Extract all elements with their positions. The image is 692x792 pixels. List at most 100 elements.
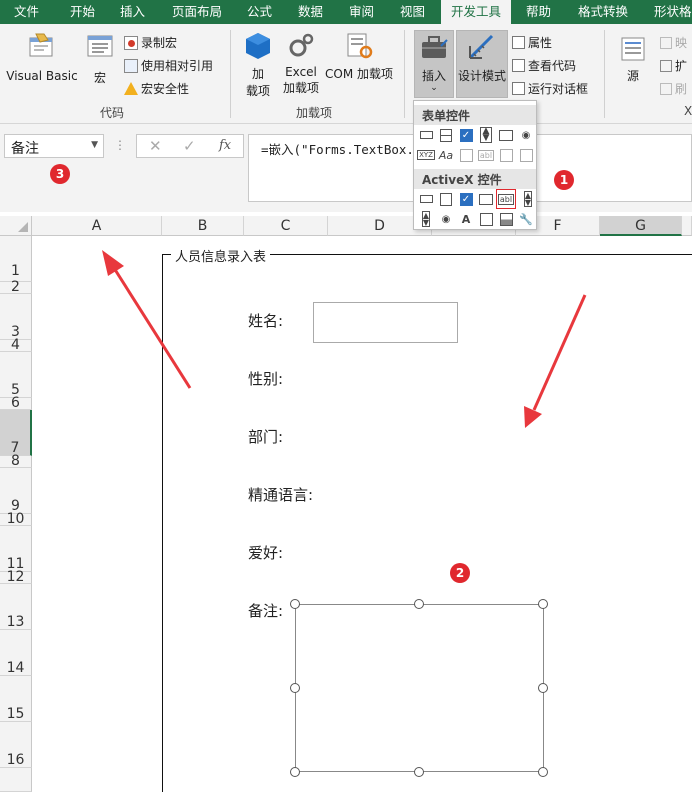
combo-list-control-icon[interactable] bbox=[498, 147, 514, 163]
column-header-b[interactable]: B bbox=[162, 216, 244, 236]
resize-handle[interactable] bbox=[290, 683, 300, 693]
resize-handle[interactable] bbox=[414, 767, 424, 777]
visual-basic-button[interactable]: Visual Basic bbox=[6, 30, 78, 83]
row-header-1[interactable]: 1 bbox=[0, 236, 32, 282]
macro-security-label: 宏安全性 bbox=[141, 82, 190, 96]
row-header-16[interactable]: 16 bbox=[0, 722, 32, 768]
combo-box-control-icon[interactable] bbox=[438, 127, 454, 143]
com-addins-button[interactable]: COM 加载项 bbox=[324, 30, 394, 82]
record-macro-button[interactable]: 录制宏 bbox=[124, 34, 177, 51]
column-header-a[interactable]: A bbox=[32, 216, 162, 236]
row-header-2[interactable]: 2 bbox=[0, 280, 32, 294]
resize-handle[interactable] bbox=[538, 683, 548, 693]
row-header-15[interactable]: 15 bbox=[0, 676, 32, 722]
resize-handle[interactable] bbox=[538, 767, 548, 777]
macros-button[interactable]: 宏 bbox=[82, 30, 118, 86]
activex-command-button-icon[interactable] bbox=[418, 191, 434, 207]
column-header-next[interactable] bbox=[682, 216, 692, 236]
row-header-17[interactable] bbox=[0, 768, 32, 792]
excel-addins-label-1: Excel bbox=[285, 65, 317, 79]
insert-function-icon[interactable]: fx bbox=[219, 138, 231, 153]
tab-file[interactable]: 文件 bbox=[14, 0, 39, 24]
design-mode-label: 设计模式 bbox=[457, 69, 506, 83]
activex-text-box-icon[interactable]: abl bbox=[496, 189, 516, 209]
design-mode-button[interactable]: 设计模式 bbox=[456, 32, 508, 84]
label-control-icon[interactable]: Aa bbox=[438, 147, 454, 163]
enter-check-icon[interactable]: ✓ bbox=[183, 137, 196, 155]
tab-review[interactable]: 审阅 bbox=[349, 0, 374, 24]
row-header-11[interactable]: 11 bbox=[0, 526, 32, 572]
ribbon-tab-bar: 文件 开始 插入 页面布局 公式 数据 审阅 视图 开发工具 帮助 格式转换 形… bbox=[0, 0, 692, 24]
list-box-control-icon[interactable] bbox=[498, 127, 514, 143]
properties-button[interactable]: 属性 bbox=[512, 34, 552, 51]
run-dialog-button[interactable]: 运行对话框 bbox=[512, 80, 588, 97]
tab-help[interactable]: 帮助 bbox=[526, 0, 551, 24]
activex-label-icon[interactable]: A bbox=[458, 211, 474, 227]
tab-format-convert[interactable]: 格式转换 bbox=[578, 0, 628, 24]
activex-checkbox-icon[interactable]: ✓ bbox=[458, 191, 474, 207]
activex-option-button-icon[interactable]: ◉ bbox=[438, 211, 454, 227]
button-control-icon[interactable] bbox=[418, 127, 434, 143]
name-textbox[interactable] bbox=[313, 302, 458, 343]
activex-list-box-icon[interactable] bbox=[478, 191, 494, 207]
row-header-13[interactable]: 13 bbox=[0, 584, 32, 630]
tab-data[interactable]: 数据 bbox=[298, 0, 323, 24]
resize-handle[interactable] bbox=[538, 599, 548, 609]
tab-page-layout[interactable]: 页面布局 bbox=[172, 0, 222, 24]
row-header-7[interactable]: 7 bbox=[0, 410, 32, 456]
row-header-14[interactable]: 14 bbox=[0, 630, 32, 676]
ribbon: Visual Basic 宏 录制宏 使用相对引用 宏安全性 代码 加 载项 E… bbox=[0, 24, 692, 124]
resize-handle[interactable] bbox=[414, 599, 424, 609]
select-all-corner[interactable] bbox=[0, 216, 32, 236]
row-header-6[interactable]: 6 bbox=[0, 396, 32, 410]
group-box-control-icon[interactable]: XYZ bbox=[417, 147, 435, 163]
tab-view[interactable]: 视图 bbox=[400, 0, 425, 24]
macro-security-button[interactable]: 宏安全性 bbox=[124, 80, 189, 97]
chevron-down-icon[interactable]: ▼ bbox=[91, 140, 98, 150]
row-header-9[interactable]: 9 bbox=[0, 468, 32, 514]
option-button-control-icon[interactable]: ◉ bbox=[518, 127, 534, 143]
tab-formulas[interactable]: 公式 bbox=[247, 0, 272, 24]
map-properties-button[interactable]: 映 bbox=[660, 34, 687, 51]
activex-combo-box-icon[interactable] bbox=[438, 191, 454, 207]
activex-image-icon[interactable] bbox=[478, 211, 494, 227]
view-code-button[interactable]: 查看代码 bbox=[512, 57, 576, 74]
row-header-10[interactable]: 10 bbox=[0, 512, 32, 526]
step-badge-2: 2 bbox=[450, 563, 470, 583]
row-header-5[interactable]: 5 bbox=[0, 352, 32, 398]
column-header-g[interactable]: G bbox=[600, 216, 682, 236]
tab-developer[interactable]: 开发工具 bbox=[441, 0, 512, 24]
name-box[interactable]: 备注 ▼ bbox=[4, 134, 104, 158]
resize-handle[interactable] bbox=[290, 767, 300, 777]
row-header-12[interactable]: 12 bbox=[0, 570, 32, 584]
expansion-packs-button[interactable]: 扩 bbox=[660, 57, 687, 74]
insert-control-button[interactable]: 插入 ⌄ bbox=[414, 32, 454, 93]
formula-text: =嵌入("Forms.TextBox.1" bbox=[261, 142, 429, 157]
tab-shape-format[interactable]: 形状格 bbox=[654, 0, 692, 24]
spin-button-control-icon[interactable]: ▲ ▼ bbox=[478, 127, 494, 143]
relative-reference-button[interactable]: 使用相对引用 bbox=[124, 57, 213, 74]
row-header-3[interactable]: 3 bbox=[0, 294, 32, 340]
tab-insert[interactable]: 插入 bbox=[120, 0, 145, 24]
resize-handle[interactable] bbox=[290, 599, 300, 609]
row-header-8[interactable]: 8 bbox=[0, 454, 32, 468]
source-button[interactable]: 源 bbox=[614, 34, 652, 84]
row-header-4[interactable]: 4 bbox=[0, 338, 32, 352]
activex-spin-button-icon[interactable]: ▲ ▼ bbox=[418, 211, 434, 227]
text-field-control-icon[interactable]: abl bbox=[477, 147, 495, 163]
scroll-bar-control-icon[interactable] bbox=[458, 147, 474, 163]
more-options-icon[interactable]: ⋮ bbox=[114, 138, 126, 152]
more-controls-icon[interactable]: 🔧 bbox=[518, 211, 534, 227]
checkbox-control-icon[interactable]: ✓ bbox=[458, 127, 474, 143]
refresh-data-button[interactable]: 刷 bbox=[660, 80, 687, 97]
addins-label-1: 加 bbox=[251, 67, 264, 81]
excel-addins-button[interactable]: Excel 加载项 bbox=[280, 30, 322, 96]
addins-button[interactable]: 加 载项 bbox=[240, 30, 276, 99]
cancel-icon[interactable]: ✕ bbox=[149, 137, 162, 155]
column-header-c[interactable]: C bbox=[244, 216, 328, 236]
activex-toggle-button-icon[interactable] bbox=[498, 211, 514, 227]
combo-dropdown-control-icon[interactable] bbox=[518, 147, 534, 163]
activex-scroll-bar-icon[interactable]: ▲ ▼ bbox=[520, 191, 536, 207]
tab-home[interactable]: 开始 bbox=[70, 0, 95, 24]
note-textbox[interactable] bbox=[295, 604, 544, 772]
